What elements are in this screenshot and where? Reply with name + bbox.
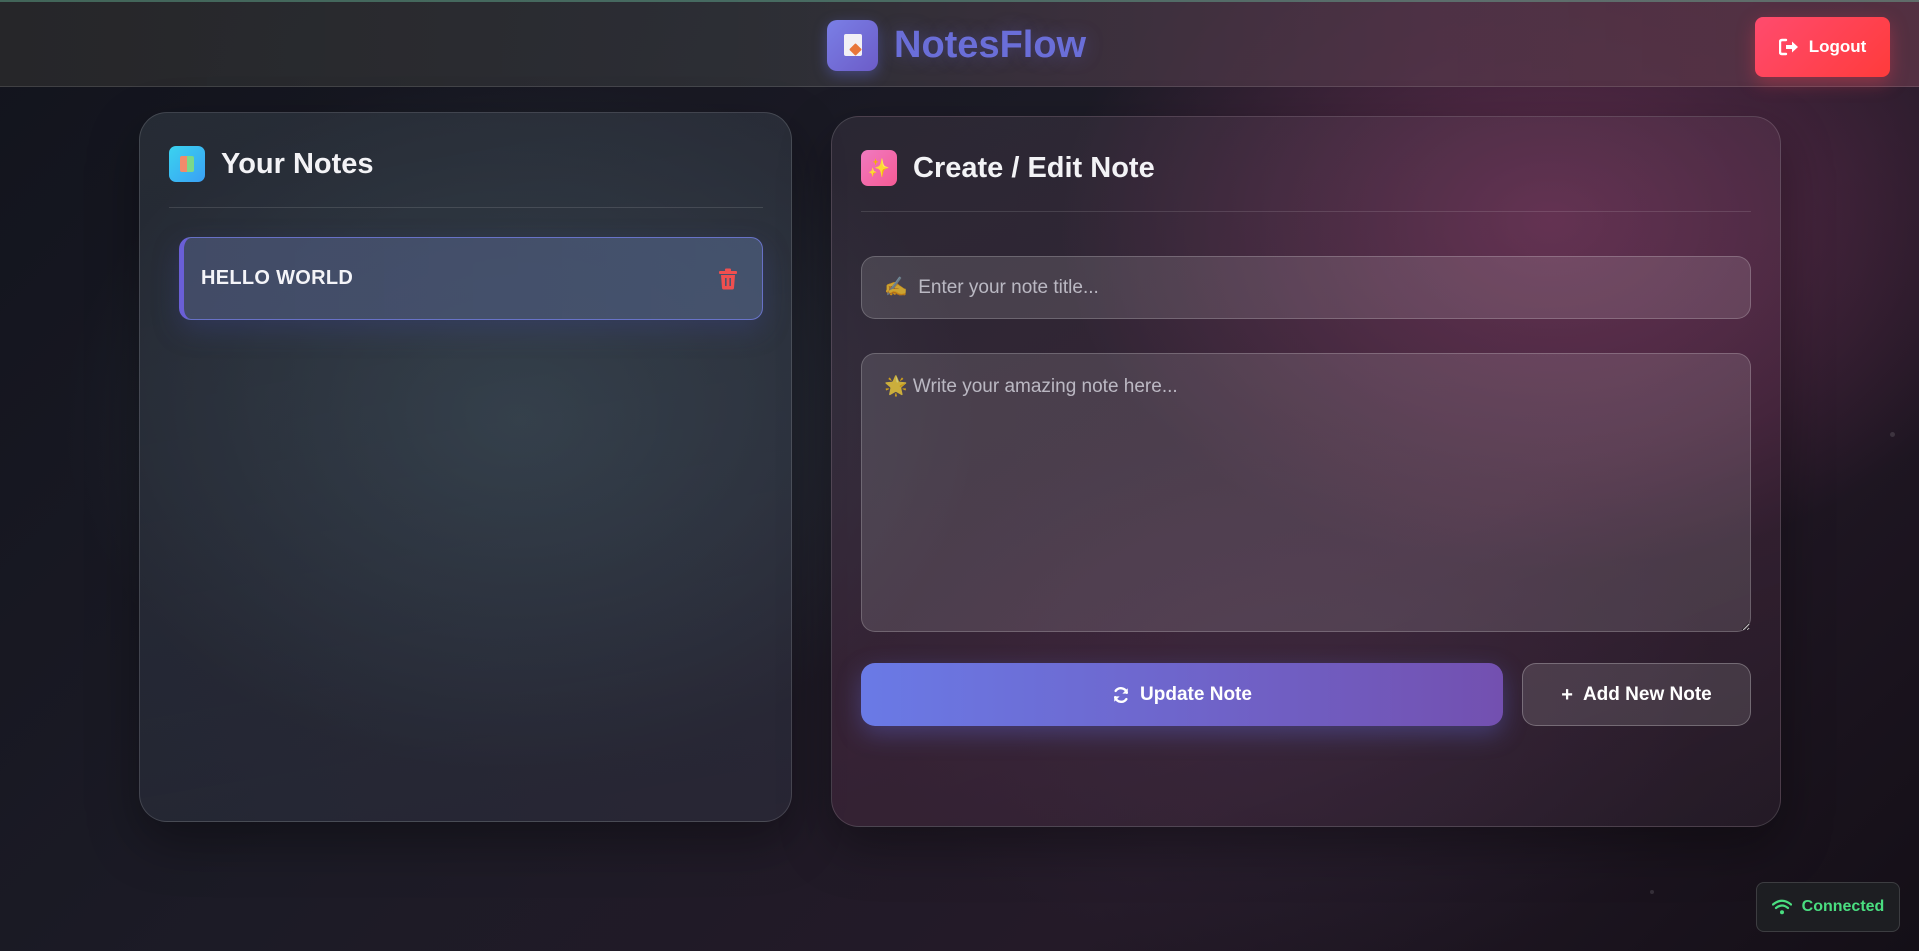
sparkles-icon: ✨ bbox=[861, 150, 897, 186]
add-new-note-label: Add New Note bbox=[1582, 683, 1712, 705]
decorative-dot bbox=[1890, 432, 1895, 437]
trash-icon[interactable] bbox=[718, 268, 738, 290]
editor-divider bbox=[861, 211, 1751, 212]
notes-panel-title: Your Notes bbox=[221, 147, 374, 180]
update-note-button[interactable]: Update Note bbox=[861, 663, 1503, 726]
wifi-icon bbox=[1771, 899, 1792, 915]
brand: NotesFlow bbox=[827, 19, 1086, 71]
editor-panel-title: Create / Edit Note bbox=[913, 151, 1155, 184]
note-item[interactable]: HELLO WORLD bbox=[179, 237, 763, 320]
plus-icon: + bbox=[1561, 683, 1573, 706]
update-note-label: Update Note bbox=[1140, 683, 1252, 705]
top-bar: NotesFlow Logout bbox=[0, 0, 1919, 87]
status-label: Connected bbox=[1801, 898, 1885, 915]
connection-status: Connected bbox=[1756, 882, 1900, 932]
note-title-input[interactable] bbox=[861, 256, 1751, 319]
books-icon bbox=[169, 146, 205, 182]
logout-label: Logout bbox=[1808, 37, 1867, 56]
sync-icon bbox=[1114, 686, 1129, 703]
add-new-note-button[interactable]: + Add New Note bbox=[1522, 663, 1751, 726]
note-title: HELLO WORLD bbox=[201, 267, 354, 289]
logout-button[interactable]: Logout bbox=[1755, 17, 1890, 77]
decorative-dot bbox=[1650, 890, 1654, 894]
editor-panel-header: ✨ Create / Edit Note bbox=[861, 150, 1155, 186]
app-title: NotesFlow bbox=[894, 23, 1087, 66]
document-pen-icon bbox=[827, 19, 878, 71]
notes-divider bbox=[169, 207, 763, 208]
notes-panel bbox=[139, 112, 792, 822]
notes-panel-header: Your Notes bbox=[169, 146, 374, 182]
sign-out-icon bbox=[1778, 38, 1798, 56]
note-content-textarea[interactable] bbox=[861, 353, 1751, 632]
